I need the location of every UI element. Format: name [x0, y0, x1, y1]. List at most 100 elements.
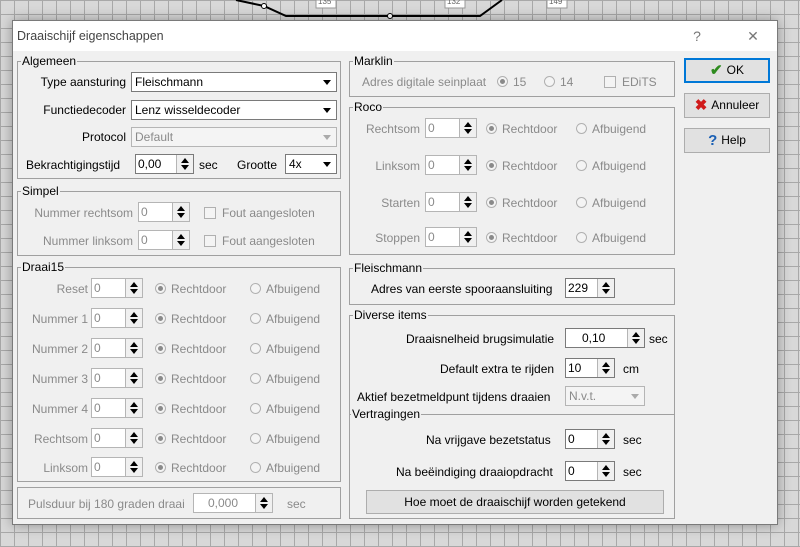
- spin-arrows-icon[interactable]: [125, 339, 142, 357]
- adres-spooraansluiting-stepper[interactable]: 229: [565, 278, 615, 298]
- nummer-rechtsom-stepper[interactable]: 0: [138, 202, 190, 222]
- roco-starten-stepper[interactable]: 0: [425, 192, 477, 212]
- nummer2-stepper[interactable]: 0: [91, 338, 143, 358]
- spin-arrows-icon[interactable]: [597, 359, 614, 377]
- nummer3-afbuigend-radio[interactable]: Afbuigend: [250, 372, 320, 386]
- stepper-value: 0: [568, 464, 575, 478]
- type-aansturing-select[interactable]: Fleischmann: [131, 72, 337, 92]
- spin-arrows-icon[interactable]: [125, 429, 142, 447]
- linksom-afbuigend-radio[interactable]: Afbuigend: [250, 461, 320, 475]
- roco-starten-afbuigend-radio[interactable]: Afbuigend: [576, 196, 646, 210]
- fout-aangesloten-rechtsom-checkbox[interactable]: Fout aangesloten: [204, 206, 315, 220]
- nummer1-afbuigend-radio[interactable]: Afbuigend: [250, 312, 320, 326]
- nummer-linksom-label: Nummer linksom: [42, 234, 133, 248]
- default-extra-label: Default extra te rijden: [440, 362, 555, 376]
- roco-stoppen-rechtdoor-radio[interactable]: Rechtdoor: [486, 231, 557, 245]
- linksom-rechtdoor-radio[interactable]: Rechtdoor: [155, 461, 226, 475]
- draaischijf-tekenen-button[interactable]: Hoe moet de draaischijf worden getekend: [366, 490, 664, 514]
- radio-label: Rechtdoor: [502, 159, 558, 173]
- functiedecoder-label: Functiedecoder: [43, 103, 126, 117]
- rechtsom-stepper[interactable]: 0: [91, 428, 143, 448]
- spin-arrows-icon[interactable]: [125, 369, 142, 387]
- title-bar: Draaischijf eigenschappen ? ✕: [13, 21, 777, 51]
- group-legend: Algemeen: [21, 54, 78, 68]
- nummer4-stepper[interactable]: 0: [91, 398, 143, 418]
- fout-aangesloten-linksom-checkbox[interactable]: Fout aangesloten: [204, 234, 315, 248]
- spin-arrows-icon[interactable]: [459, 156, 476, 174]
- spin-arrows-icon[interactable]: [125, 458, 142, 476]
- roco-rechtsom-afbuigend-radio[interactable]: Afbuigend: [576, 122, 646, 136]
- spin-arrows-icon[interactable]: [597, 279, 614, 297]
- chevron-down-icon[interactable]: [320, 156, 335, 172]
- group-simpel: Simpel Nummer rechtsom 0 Fout aangeslote…: [17, 184, 341, 256]
- help-titlebar-button[interactable]: ?: [679, 25, 715, 47]
- nummer1-rechtdoor-radio[interactable]: Rechtdoor: [155, 312, 226, 326]
- spin-arrows-icon[interactable]: [627, 329, 644, 347]
- spin-arrows-icon[interactable]: [255, 494, 272, 512]
- pulsduur-stepper[interactable]: 0,000: [193, 493, 273, 513]
- nummer3-stepper[interactable]: 0: [91, 368, 143, 388]
- nummer-linksom-stepper[interactable]: 0: [138, 230, 190, 250]
- spin-arrows-icon[interactable]: [459, 228, 476, 246]
- nummer4-rechtdoor-radio[interactable]: Rechtdoor: [155, 402, 226, 416]
- rechtsom-rechtdoor-radio[interactable]: Rechtdoor: [155, 432, 226, 446]
- spin-arrows-icon[interactable]: [459, 193, 476, 211]
- nummer1-stepper[interactable]: 0: [91, 308, 143, 328]
- spin-arrows-icon[interactable]: [125, 399, 142, 417]
- close-button[interactable]: ✕: [735, 25, 771, 47]
- type-aansturing-label: Type aansturing: [40, 75, 126, 89]
- chevron-down-icon[interactable]: [320, 74, 335, 90]
- radio-label: Afbuigend: [266, 372, 321, 386]
- spin-arrows-icon[interactable]: [597, 430, 614, 448]
- spin-arrows-icon[interactable]: [125, 279, 142, 297]
- spin-arrows-icon[interactable]: [176, 155, 193, 173]
- marklin-14-radio[interactable]: 14: [544, 75, 573, 89]
- ok-button[interactable]: ✔ OK: [684, 58, 770, 83]
- spin-arrows-icon[interactable]: [459, 119, 476, 137]
- roco-stoppen-stepper[interactable]: 0: [425, 227, 477, 247]
- stepper-value: 229: [568, 281, 589, 295]
- roco-linksom-stepper[interactable]: 0: [425, 155, 477, 175]
- reset-stepper[interactable]: 0: [91, 278, 143, 298]
- grootte-select[interactable]: 4x: [285, 154, 337, 174]
- roco-rechtsom-rechtdoor-radio[interactable]: Rechtdoor: [486, 122, 557, 136]
- roco-linksom-afbuigend-radio[interactable]: Afbuigend: [576, 159, 646, 173]
- na-beeindiging-stepper[interactable]: 0: [565, 461, 615, 481]
- chevron-down-icon[interactable]: [320, 102, 335, 118]
- spin-arrows-icon[interactable]: [172, 203, 189, 221]
- na-vrijgave-stepper[interactable]: 0: [565, 429, 615, 449]
- nummer2-rechtdoor-radio[interactable]: Rechtdoor: [155, 342, 226, 356]
- rechtsom-afbuigend-radio[interactable]: Afbuigend: [250, 432, 320, 446]
- bekrachtigingstijd-stepper[interactable]: 0,00: [135, 154, 194, 174]
- roco-linksom-rechtdoor-radio[interactable]: Rechtdoor: [486, 159, 557, 173]
- chevron-down-icon[interactable]: [628, 388, 643, 404]
- default-extra-stepper[interactable]: 10: [565, 358, 615, 378]
- spin-arrows-icon[interactable]: [172, 231, 189, 249]
- background-track-layout: 135 132 149: [0, 0, 800, 22]
- chevron-down-icon[interactable]: [320, 129, 335, 145]
- stepper-value: 0: [428, 158, 435, 172]
- help-button[interactable]: ? Help: [684, 128, 770, 153]
- functiedecoder-select[interactable]: Lenz wisseldecoder: [131, 100, 337, 120]
- roco-rechtsom-stepper[interactable]: 0: [425, 118, 477, 138]
- draaisnelheid-stepper[interactable]: 0,10: [565, 328, 645, 348]
- radio-label: Rechtdoor: [502, 231, 558, 245]
- select-value: N.v.t.: [569, 389, 597, 403]
- edits-checkbox[interactable]: EDiTS: [604, 75, 657, 89]
- nummer2-afbuigend-radio[interactable]: Afbuigend: [250, 342, 320, 356]
- reset-rechtdoor-radio[interactable]: Rechtdoor: [155, 282, 226, 296]
- roco-stoppen-afbuigend-radio[interactable]: Afbuigend: [576, 231, 646, 245]
- linksom-stepper[interactable]: 0: [91, 457, 143, 477]
- nummer3-rechtdoor-radio[interactable]: Rechtdoor: [155, 372, 226, 386]
- nummer4-afbuigend-radio[interactable]: Afbuigend: [250, 402, 320, 416]
- radio-label: Afbuigend: [266, 312, 321, 326]
- roco-starten-rechtdoor-radio[interactable]: Rechtdoor: [486, 196, 557, 210]
- marklin-15-radio[interactable]: 15: [497, 75, 526, 89]
- cancel-button[interactable]: ✖ Annuleer: [684, 93, 770, 118]
- reset-afbuigend-radio[interactable]: Afbuigend: [250, 282, 320, 296]
- protocol-select[interactable]: Default: [131, 127, 337, 147]
- radio-label: Rechtdoor: [171, 372, 227, 386]
- spin-arrows-icon[interactable]: [597, 462, 614, 480]
- spin-arrows-icon[interactable]: [125, 309, 142, 327]
- aktief-bezetmeldpunt-select[interactable]: N.v.t.: [565, 386, 645, 406]
